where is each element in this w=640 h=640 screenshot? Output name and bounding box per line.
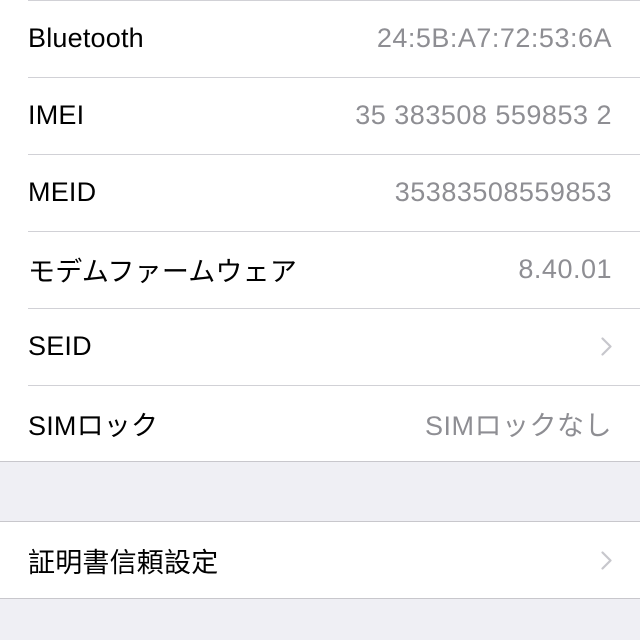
meid-label: MEID [28, 177, 97, 207]
certificate-group: 証明書信頼設定 [0, 521, 640, 599]
bluetooth-row: Bluetooth 24:5B:A7:72:53:6A [0, 0, 640, 77]
sim-lock-row: SIMロック SIMロックなし [0, 385, 640, 462]
chevron-right-icon [596, 333, 612, 361]
certificate-trust-settings-row[interactable]: 証明書信頼設定 [0, 522, 640, 598]
chevron-right-icon [596, 546, 612, 574]
sim-lock-label: SIMロック [28, 411, 159, 441]
bluetooth-label: Bluetooth [28, 23, 144, 53]
meid-row: MEID 35383508559853 [0, 154, 640, 231]
seid-row[interactable]: SEID [0, 308, 640, 385]
imei-label: IMEI [28, 100, 85, 130]
bluetooth-value: 24:5B:A7:72:53:6A [376, 23, 612, 53]
seid-label: SEID [28, 331, 92, 361]
modem-firmware-row: モデムファームウェア 8.40.01 [0, 231, 640, 308]
modem-firmware-value: 8.40.01 [518, 254, 612, 284]
about-info-group: Bluetooth 24:5B:A7:72:53:6A IMEI 35 3835… [0, 0, 640, 462]
modem-firmware-label: モデムファームウェア [28, 257, 298, 287]
sim-lock-value: SIMロックなし [424, 411, 612, 441]
meid-value: 35383508559853 [394, 177, 612, 207]
certificate-trust-settings-label: 証明書信頼設定 [28, 547, 219, 578]
imei-row: IMEI 35 383508 559853 2 [0, 77, 640, 154]
imei-value: 35 383508 559853 2 [355, 100, 612, 130]
